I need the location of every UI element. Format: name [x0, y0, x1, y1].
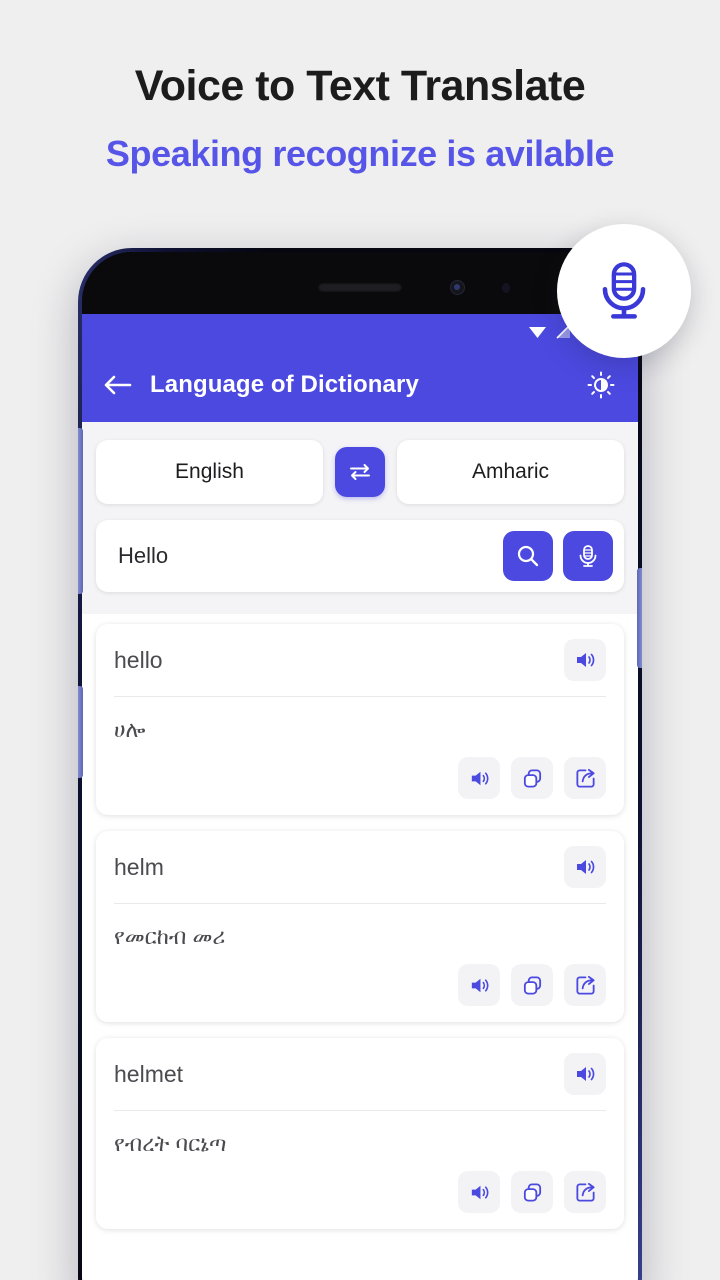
speaker-icon: [471, 1185, 488, 1199]
result-actions: [114, 753, 606, 815]
wifi-icon: [528, 326, 546, 338]
front-camera-icon: [450, 280, 465, 295]
voice-input-button[interactable]: [563, 531, 613, 581]
app-bar: Language of Dictionary: [82, 348, 638, 422]
copy-icon: [523, 768, 541, 788]
status-bar: 10: [82, 314, 638, 348]
result-translation: የብረት ባርኔጣ: [114, 1131, 227, 1156]
speaker-icon: [471, 771, 488, 785]
speak-word-button[interactable]: [564, 846, 606, 888]
copy-button[interactable]: [511, 1171, 553, 1213]
share-button[interactable]: [564, 964, 606, 1006]
share-button[interactable]: [564, 757, 606, 799]
copy-icon: [523, 1182, 541, 1202]
phone-screen: 10 Language of Dictionary: [82, 314, 638, 1280]
speak-translation-button[interactable]: [458, 1171, 500, 1213]
phone-mockup: 10 Language of Dictionary: [78, 248, 642, 1280]
speaker-icon: [577, 1067, 595, 1081]
results-list[interactable]: hello ሀሎ helm የመርከብ መሪ helmet የብረት ባርኔጣ: [82, 614, 638, 1280]
share-icon: [575, 768, 595, 788]
speak-word-button[interactable]: [564, 1053, 606, 1095]
search-input[interactable]: Hello: [118, 543, 493, 569]
language-selector-area: English Amharic: [82, 422, 638, 520]
page-subtitle: Speaking recognize is avilable: [105, 133, 615, 175]
swap-arrows-icon: [350, 464, 370, 480]
page-title: Voice to Text Translate: [134, 62, 586, 110]
share-button[interactable]: [564, 1171, 606, 1213]
speak-translation-button[interactable]: [458, 757, 500, 799]
copy-icon: [523, 975, 541, 995]
speak-word-button[interactable]: [564, 639, 606, 681]
result-word: helm: [114, 853, 164, 880]
volume-rocker-button[interactable]: [78, 428, 83, 594]
earpiece-speaker-icon: [318, 283, 402, 292]
result-actions: [114, 1167, 606, 1229]
result-translation: የመርከብ መሪ: [114, 924, 226, 949]
power-button[interactable]: [637, 568, 642, 668]
copy-button[interactable]: [511, 757, 553, 799]
result-translation: ሀሎ: [114, 717, 146, 742]
result-card[interactable]: helmet የብረት ባርኔጣ: [96, 1038, 624, 1229]
speak-translation-button[interactable]: [458, 964, 500, 1006]
copy-button[interactable]: [511, 964, 553, 1006]
search-box: Hello: [96, 520, 624, 592]
promo-header: Voice to Text Translate Speaking recogni…: [0, 0, 720, 175]
app-bar-title: Language of Dictionary: [150, 371, 419, 398]
phone-top-bezel: [82, 252, 638, 314]
result-card[interactable]: hello ሀሎ: [96, 624, 624, 815]
share-icon: [575, 1182, 595, 1202]
result-word-row: helmet: [114, 1038, 606, 1110]
speaker-icon: [577, 860, 595, 874]
source-language-button[interactable]: English: [96, 440, 323, 504]
floating-mic-badge[interactable]: [557, 224, 691, 358]
brightness-icon[interactable]: [586, 370, 616, 400]
assistant-side-button[interactable]: [78, 686, 83, 778]
share-icon: [575, 975, 595, 995]
result-word-row: helm: [114, 831, 606, 903]
proximity-sensor-icon: [502, 283, 510, 293]
result-word-row: hello: [114, 624, 606, 696]
language-row: English Amharic: [96, 440, 624, 504]
swap-languages-button[interactable]: [335, 447, 385, 497]
target-language-button[interactable]: Amharic: [397, 440, 624, 504]
search-area: Hello: [82, 520, 638, 614]
back-arrow-icon[interactable]: [102, 373, 132, 397]
result-actions: [114, 960, 606, 1022]
microphone-icon: [602, 262, 646, 319]
result-word: helmet: [114, 1060, 184, 1087]
speaker-icon: [471, 978, 488, 992]
search-icon: [517, 545, 539, 567]
search-button[interactable]: [503, 531, 553, 581]
microphone-icon: [579, 545, 597, 567]
phone-body: 10 Language of Dictionary: [82, 252, 638, 1280]
result-card[interactable]: helm የመርከብ መሪ: [96, 831, 624, 1022]
result-word: hello: [114, 646, 163, 673]
speaker-icon: [577, 653, 595, 667]
